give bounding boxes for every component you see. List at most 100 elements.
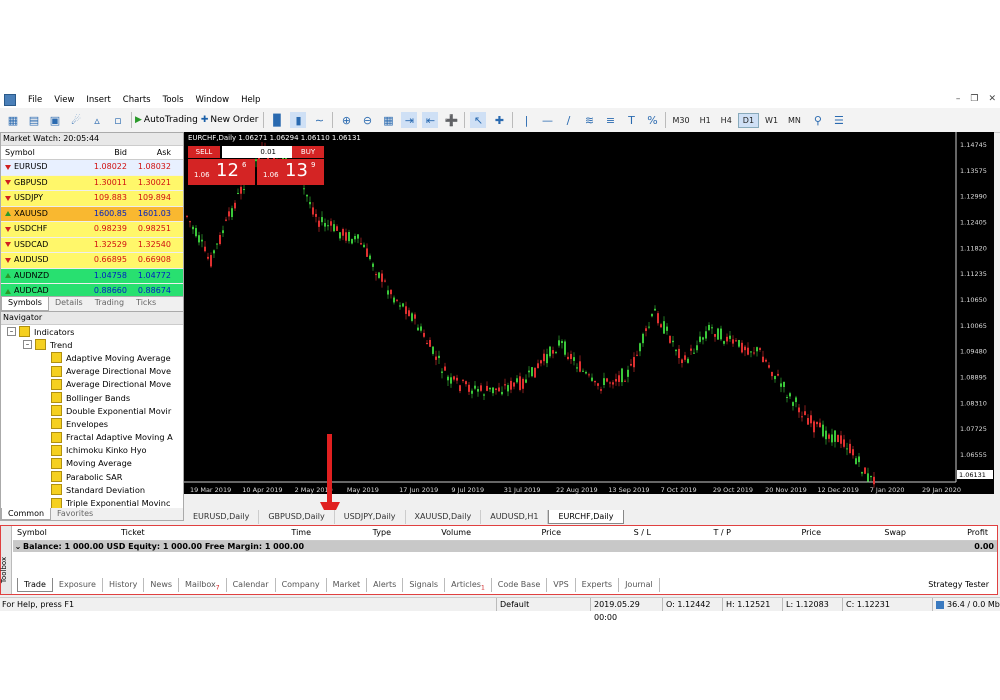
buy-button[interactable]: BUY	[292, 146, 324, 158]
menu-view[interactable]: View	[54, 95, 74, 105]
col-type[interactable]: Type	[311, 526, 391, 540]
nav-indicators-node[interactable]: – Indicators	[1, 325, 183, 338]
horizontal-line-icon[interactable]: —	[539, 112, 555, 128]
balance-row[interactable]: ⌄ Balance: 1 000.00 USD Equity: 1 000.00…	[13, 541, 997, 552]
col-tp[interactable]: T / P	[651, 526, 732, 540]
nav-indicator-item[interactable]: Fractal Adaptive Moving A	[1, 431, 183, 444]
menu-file[interactable]: File	[28, 95, 42, 105]
line-chart-icon[interactable]: ∼	[311, 112, 327, 128]
toolbox-tab-trade[interactable]: Trade	[17, 578, 53, 592]
price-chart[interactable]: 1.14745 1.13575 1.12990 1.12405 1.11820 1.112…	[184, 132, 994, 494]
nav-indicator-item[interactable]: Envelopes	[1, 417, 183, 430]
sell-price-button[interactable]: 1.06 12 6	[188, 159, 255, 185]
sell-button[interactable]: SELL	[188, 146, 220, 158]
autoscroll-icon[interactable]: ⇥	[401, 112, 418, 128]
autotrading-button[interactable]: ▶ AutoTrading	[135, 111, 198, 129]
col-symbol[interactable]: Symbol	[13, 526, 121, 540]
toolbox-tab-market[interactable]: Market	[327, 578, 368, 592]
col-price[interactable]: Price	[471, 526, 561, 540]
bar-chart-icon[interactable]: ▉	[269, 112, 285, 128]
market-watch-row[interactable]: GBPUSD 1.30011 1.30021	[1, 175, 183, 191]
nav-indicator-item[interactable]: Adaptive Moving Average	[1, 351, 183, 364]
timeframe-w1[interactable]: W1	[761, 114, 782, 127]
nav-indicator-item[interactable]: Parabolic SAR	[1, 470, 183, 483]
timeframe-d1[interactable]: D1	[737, 112, 760, 128]
candlestick-icon[interactable]: ▮	[290, 112, 307, 128]
tab-common[interactable]: Common	[1, 508, 52, 520]
menu-tools[interactable]: Tools	[163, 95, 184, 105]
new-chart-icon[interactable]: ▦	[5, 112, 21, 128]
text-icon[interactable]: T	[623, 112, 639, 128]
tab-ticks[interactable]: Ticks	[130, 297, 162, 311]
collapse-icon[interactable]: –	[23, 340, 32, 350]
chart-tab-audusd[interactable]: AUDUSD,H1	[481, 510, 549, 524]
col-price[interactable]: Price	[731, 526, 821, 540]
cursor-icon[interactable]: ↖	[470, 112, 487, 128]
navigator-icon[interactable]: ☄	[68, 112, 84, 128]
chart-tab-gbpusd[interactable]: GBPUSD,Daily	[259, 510, 335, 524]
col-bid[interactable]: Bid	[87, 146, 127, 159]
nav-indicator-item[interactable]: Standard Deviation	[1, 483, 183, 496]
search-icon[interactable]: ⚲	[810, 112, 826, 128]
nav-indicator-item[interactable]: Ichimoku Kinko Hyo	[1, 444, 183, 457]
nav-trend-node[interactable]: – Trend	[1, 338, 183, 351]
profiles-icon[interactable]: ▤	[26, 112, 42, 128]
toolbox-tab-calendar[interactable]: Calendar	[227, 578, 276, 592]
col-ticket[interactable]: Ticket	[121, 526, 221, 540]
indicators-icon[interactable]: ➕	[443, 112, 459, 128]
timeframe-h4[interactable]: H4	[717, 114, 736, 127]
collapse-icon[interactable]: –	[7, 327, 16, 337]
menu-charts[interactable]: Charts	[123, 95, 151, 105]
close-icon[interactable]: ✕	[988, 94, 996, 104]
vertical-line-icon[interactable]: |	[518, 112, 534, 128]
tile-windows-icon[interactable]: ▦	[380, 112, 396, 128]
market-watch-row[interactable]: XAUUSD 1600.85 1601.03	[1, 206, 183, 222]
toolbox-tab-code-base[interactable]: Code Base	[492, 578, 548, 592]
toolbox-tab-news[interactable]: News	[144, 578, 180, 592]
timeframe-h1[interactable]: H1	[696, 114, 715, 127]
toolbox-tab-company[interactable]: Company	[276, 578, 327, 592]
terminal-icon[interactable]: ▫	[110, 112, 126, 128]
menu-help[interactable]: Help	[241, 95, 260, 105]
chart-shift-icon[interactable]: ⇤	[422, 112, 439, 128]
chat-icon[interactable]: ☰	[831, 112, 847, 128]
col-time[interactable]: Time	[221, 526, 311, 540]
market-watch-row[interactable]: EURUSD 1.08022 1.08032	[1, 160, 183, 176]
trendline-icon[interactable]: ∕	[560, 112, 576, 128]
col-symbol[interactable]: Symbol	[1, 146, 87, 159]
nav-indicator-item[interactable]: Average Directional Move	[1, 378, 183, 391]
tab-favorites[interactable]: Favorites	[51, 508, 99, 520]
col-volume[interactable]: Volume	[391, 526, 471, 540]
arrows-icon[interactable]: %	[644, 112, 660, 128]
col-profit[interactable]: Profit	[906, 526, 988, 540]
market-watch-row[interactable]: AUDNZD 1.04758 1.04772	[1, 268, 183, 284]
strategy-tester-button[interactable]: Strategy Tester	[928, 578, 995, 592]
tab-trading[interactable]: Trading	[89, 297, 130, 311]
buy-price-button[interactable]: 1.06 13 9	[257, 159, 324, 185]
toolbox-tab-articles[interactable]: Articles1	[445, 578, 492, 592]
toolbox-tab-experts[interactable]: Experts	[576, 578, 620, 592]
toolbox-tab-journal[interactable]: Journal	[619, 578, 660, 592]
toolbox-tab-mailbox[interactable]: Mailbox7	[179, 578, 227, 592]
market-watch-row[interactable]: AUDUSD 0.66895 0.66908	[1, 253, 183, 269]
data-window-icon[interactable]: ▵	[89, 112, 105, 128]
nav-indicator-item[interactable]: Double Exponential Movir	[1, 404, 183, 417]
chart-tab-usdjpy[interactable]: USDJPY,Daily	[335, 510, 406, 524]
restore-icon[interactable]: ❐	[970, 94, 978, 104]
toolbox-tab-vps[interactable]: VPS	[547, 578, 576, 592]
tab-symbols[interactable]: Symbols	[1, 297, 49, 311]
toolbox-tab-signals[interactable]: Signals	[403, 578, 446, 592]
channel-icon[interactable]: ≋	[581, 112, 597, 128]
toolbox-tab-exposure[interactable]: Exposure	[53, 578, 103, 592]
nav-indicator-item[interactable]: Bollinger Bands	[1, 391, 183, 404]
market-watch-row[interactable]: USDJPY 109.883 109.894	[1, 191, 183, 207]
lot-size-input[interactable]: 0.01	[222, 146, 292, 158]
zoom-out-icon[interactable]: ⊖	[359, 112, 375, 128]
nav-indicator-item[interactable]: Moving Average	[1, 457, 183, 470]
col-sl[interactable]: S / L	[561, 526, 651, 540]
chart-tab-xauusd[interactable]: XAUUSD,Daily	[406, 510, 482, 524]
market-watch-icon[interactable]: ▣	[47, 112, 63, 128]
chart-tab-eurchf[interactable]: EURCHF,Daily	[548, 510, 624, 524]
menu-insert[interactable]: Insert	[86, 95, 110, 105]
tab-details[interactable]: Details	[49, 297, 89, 311]
